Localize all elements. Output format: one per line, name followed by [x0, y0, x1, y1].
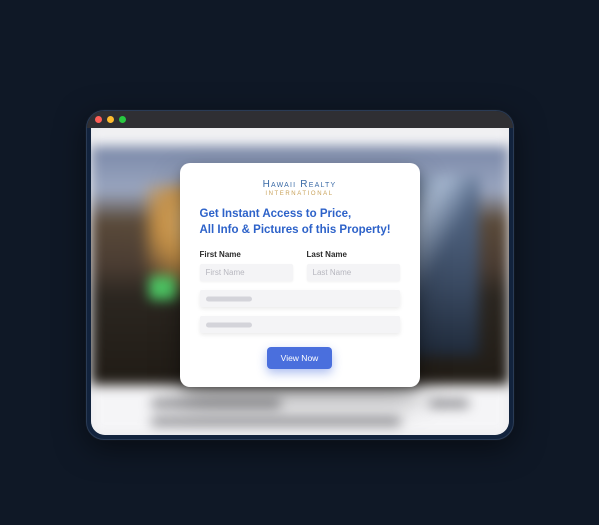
browser-viewport: Hawaii Realty International Get Instant … [91, 128, 509, 435]
headline-line-1: Get Instant Access to Price, [200, 207, 400, 223]
window-close-button[interactable] [95, 116, 102, 123]
browser-window-frame: Hawaii Realty International Get Instant … [86, 110, 514, 440]
email-input[interactable] [200, 290, 400, 307]
last-name-field: Last Name [307, 250, 400, 281]
last-name-label: Last Name [307, 250, 400, 259]
logo-sub-text: International [200, 191, 400, 197]
window-titlebar [87, 111, 513, 128]
headline-line-2: All Info & Pictures of this Property! [200, 223, 400, 239]
window-zoom-button[interactable] [119, 116, 126, 123]
submit-button[interactable]: View Now [267, 347, 333, 369]
first-name-label: First Name [200, 250, 293, 259]
lead-capture-modal: Hawaii Realty International Get Instant … [180, 163, 420, 387]
name-row: First Name Last Name [200, 250, 400, 281]
last-name-input[interactable] [307, 264, 400, 281]
logo-main-text: Hawaii Realty [200, 179, 400, 190]
modal-headline: Get Instant Access to Price, All Info & … [200, 207, 400, 238]
first-name-field: First Name [200, 250, 293, 281]
window-minimize-button[interactable] [107, 116, 114, 123]
phone-input[interactable] [200, 316, 400, 333]
brand-logo: Hawaii Realty International [200, 179, 400, 197]
first-name-input[interactable] [200, 264, 293, 281]
